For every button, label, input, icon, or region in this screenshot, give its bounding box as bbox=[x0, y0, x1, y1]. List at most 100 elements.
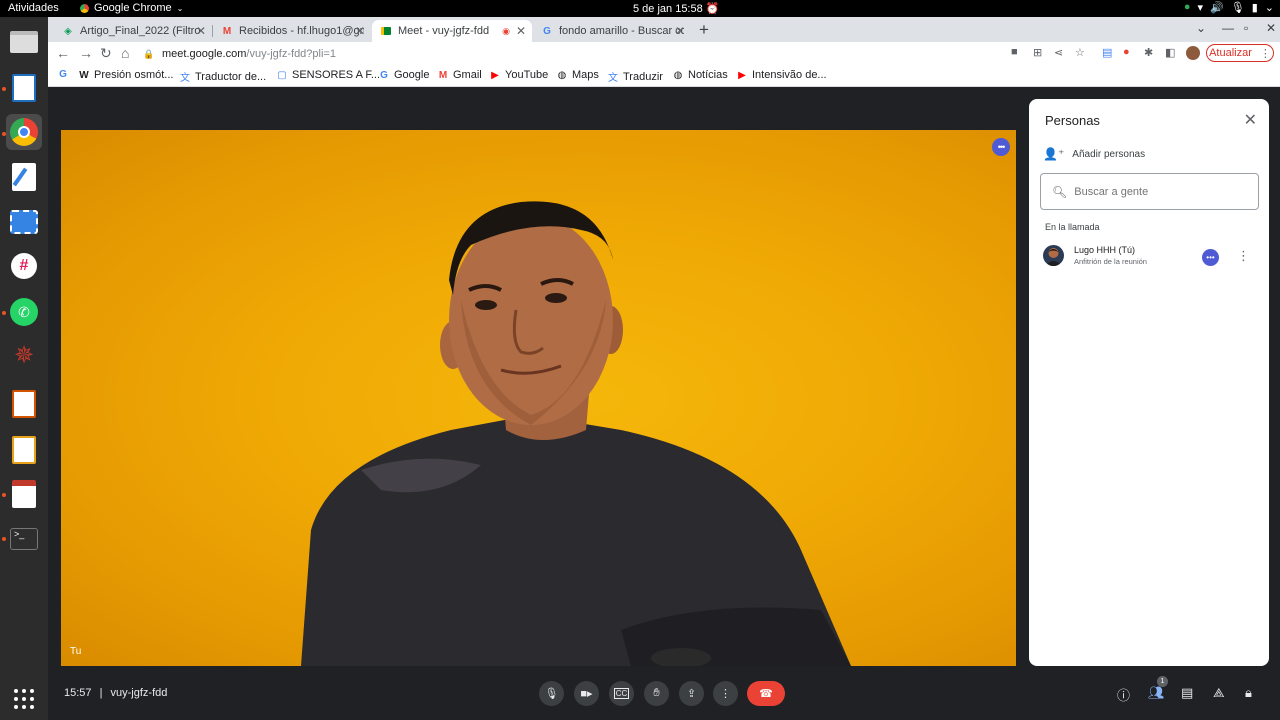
app-menu[interactable]: Google Chrome ⌄ bbox=[80, 2, 183, 14]
google-icon[interactable]: G bbox=[58, 69, 73, 80]
system-tray[interactable]: ● ▾ 🔊 🎙 ▮ ⌄ bbox=[1184, 1, 1274, 14]
close-icon[interactable]: ✕ bbox=[675, 24, 685, 38]
chrome-status-icon: ● bbox=[1183, 1, 1191, 13]
whatsapp-icon[interactable]: ✆ bbox=[6, 294, 42, 330]
meet-icon bbox=[380, 25, 392, 37]
terminal-icon[interactable]: >_ bbox=[6, 521, 42, 557]
bookmark-item[interactable]: ▢ SENSORES A F... bbox=[277, 69, 380, 81]
leave-call-button[interactable]: ☎︎ bbox=[747, 681, 785, 706]
chevron-down-icon: ⌄ bbox=[1264, 2, 1274, 14]
microphone-button[interactable]: 🎙︎ bbox=[539, 681, 564, 706]
tab-title: Artigo_Final_2022 (Filtro bbox=[80, 25, 201, 37]
translate-icon[interactable]: ⊞ bbox=[1033, 46, 1042, 59]
screenshot-icon[interactable] bbox=[6, 204, 42, 240]
host-controls-button[interactable]: 🔒︎ bbox=[1245, 685, 1252, 701]
bookmark-label: Notícias bbox=[688, 69, 728, 81]
draw-icon[interactable] bbox=[6, 432, 42, 468]
participant-options-button[interactable]: ••• bbox=[1202, 249, 1219, 266]
meeting-details-button[interactable]: ⓘ bbox=[1117, 685, 1130, 704]
close-icon[interactable]: ✕ bbox=[355, 24, 365, 38]
search-people-field[interactable]: 🔍︎ bbox=[1040, 173, 1259, 210]
tab-meet[interactable]: Meet - vuy-jgfz-fdd ◉ ✕ bbox=[372, 20, 532, 42]
participant-video bbox=[301, 201, 851, 666]
back-button[interactable]: ← bbox=[56, 45, 70, 61]
google-icon: G bbox=[380, 69, 388, 81]
bookmark-item[interactable]: M Gmail bbox=[438, 69, 482, 81]
mic-icon: 🎙︎ bbox=[544, 688, 559, 700]
bookmark-item[interactable]: 文 Traduzir bbox=[608, 69, 663, 85]
update-label: Atualizar bbox=[1209, 47, 1252, 59]
maximize-button[interactable]: ▫ bbox=[1244, 21, 1248, 35]
document-viewer-icon[interactable] bbox=[6, 476, 42, 512]
extensions-puzzle-icon[interactable]: ✱ bbox=[1144, 46, 1153, 59]
avatar bbox=[1043, 245, 1064, 266]
docs-extension-icon[interactable]: ▤ bbox=[1102, 46, 1112, 59]
bookmark-label: SENSORES A F... bbox=[292, 69, 381, 81]
self-video-tile[interactable]: Tu ••• bbox=[61, 130, 1016, 666]
bookmark-label: Google bbox=[394, 69, 430, 81]
alarm-icon: ⏰ bbox=[705, 3, 720, 15]
activities-button[interactable]: ⟁ bbox=[1213, 685, 1225, 701]
close-window-button[interactable]: ✕ bbox=[1266, 21, 1276, 35]
more-options-button[interactable]: ⋮ bbox=[713, 681, 738, 706]
clock[interactable]: 5 de jan 15:58 ⏰ bbox=[633, 2, 720, 15]
address-bar[interactable]: 🔒 meet.google.com/vuy-jgfz-fdd?pli=1 bbox=[143, 43, 993, 65]
bookmark-item[interactable]: G Google bbox=[379, 69, 429, 81]
chevron-down-icon: ⌄ bbox=[176, 3, 184, 13]
clock-text: 5 de jan 15:58 bbox=[633, 3, 703, 15]
close-icon[interactable]: ✕ bbox=[516, 24, 526, 38]
present-button[interactable]: ⇪ bbox=[679, 681, 704, 706]
more-vert-icon: ⋮ bbox=[1259, 47, 1271, 60]
raise-hand-button[interactable]: ✋︎ bbox=[644, 681, 669, 706]
new-tab-button[interactable]: + bbox=[699, 20, 709, 40]
update-button[interactable]: Atualizar ⋮ bbox=[1206, 44, 1274, 62]
tab-google-search[interactable]: G fondo amarillo - Buscar co ✕ bbox=[533, 20, 691, 42]
bookmark-label: Intensivão de... bbox=[752, 69, 827, 81]
captions-button[interactable]: CC bbox=[609, 681, 634, 706]
camera-button[interactable]: ■▸ bbox=[574, 681, 599, 706]
self-label: Tu bbox=[70, 646, 82, 657]
tab-gmail[interactable]: M Recibidos - hf.lhugo1@gm ✕ bbox=[213, 20, 371, 42]
home-button[interactable]: ⌂ bbox=[121, 45, 129, 61]
mic-icon: 🎙 bbox=[1230, 2, 1245, 14]
writer-doc-icon[interactable] bbox=[6, 70, 42, 106]
bookmark-item[interactable]: ▶ YouTube bbox=[490, 69, 548, 81]
bookmark-item[interactable]: W Presión osmót... bbox=[79, 69, 173, 81]
network-app-icon[interactable]: ✵ bbox=[6, 338, 42, 374]
recording-indicator-icon: ◉ bbox=[502, 25, 510, 36]
people-count-badge: 1 bbox=[1157, 676, 1168, 687]
show-applications-icon[interactable] bbox=[12, 687, 36, 711]
bookmark-star-icon[interactable]: ☆ bbox=[1075, 46, 1085, 59]
tab-title: fondo amarillo - Buscar co bbox=[559, 25, 684, 37]
close-icon[interactable]: ✕ bbox=[196, 24, 206, 38]
doc-icon: ▢ bbox=[277, 69, 287, 81]
more-vert-icon[interactable]: ⋮ bbox=[1237, 248, 1250, 264]
activities-button[interactable]: Atividades bbox=[8, 2, 59, 14]
minimize-button[interactable]: — bbox=[1222, 21, 1234, 35]
bookmark-item[interactable]: 文 Traductor de... bbox=[180, 69, 266, 85]
side-panel-icon[interactable]: ◧ bbox=[1165, 46, 1175, 59]
add-people-button[interactable]: 👤⁺ Añadir personas bbox=[1043, 147, 1145, 161]
text-editor-icon[interactable] bbox=[6, 159, 42, 195]
bookmark-item[interactable]: ▶ Intensivão de... bbox=[737, 69, 827, 81]
bookmark-item[interactable]: ◍ Maps bbox=[557, 69, 599, 81]
files-icon[interactable] bbox=[6, 24, 42, 60]
close-icon[interactable]: ✕ bbox=[1244, 110, 1257, 130]
impress-icon[interactable] bbox=[6, 386, 42, 422]
chat-button[interactable]: ▤ bbox=[1181, 685, 1193, 701]
tile-options-button[interactable]: ••• bbox=[992, 138, 1010, 156]
participant-row[interactable]: Lugo HHH (Tú) Anfitrión de la reunión ••… bbox=[1041, 243, 1259, 271]
chrome-icon[interactable] bbox=[6, 114, 42, 150]
slack-icon[interactable]: # bbox=[6, 248, 42, 284]
reload-button[interactable]: ↻ bbox=[100, 45, 112, 62]
people-button[interactable]: 👥︎ bbox=[1148, 685, 1165, 701]
bookmark-item[interactable]: ◍ Notícias bbox=[673, 69, 728, 81]
tab-search-icon[interactable]: ⌄ bbox=[1196, 21, 1206, 35]
share-icon[interactable]: ⋖ bbox=[1054, 46, 1063, 59]
search-input[interactable] bbox=[1074, 185, 1245, 198]
profile-avatar[interactable] bbox=[1186, 46, 1200, 60]
tab-artigo[interactable]: ◈ Artigo_Final_2022 (Filtro ✕ bbox=[54, 20, 212, 42]
forward-button[interactable]: → bbox=[79, 45, 93, 61]
camera-in-use-icon[interactable]: ■ bbox=[1011, 46, 1018, 58]
extension-icon[interactable]: ● bbox=[1123, 46, 1130, 58]
